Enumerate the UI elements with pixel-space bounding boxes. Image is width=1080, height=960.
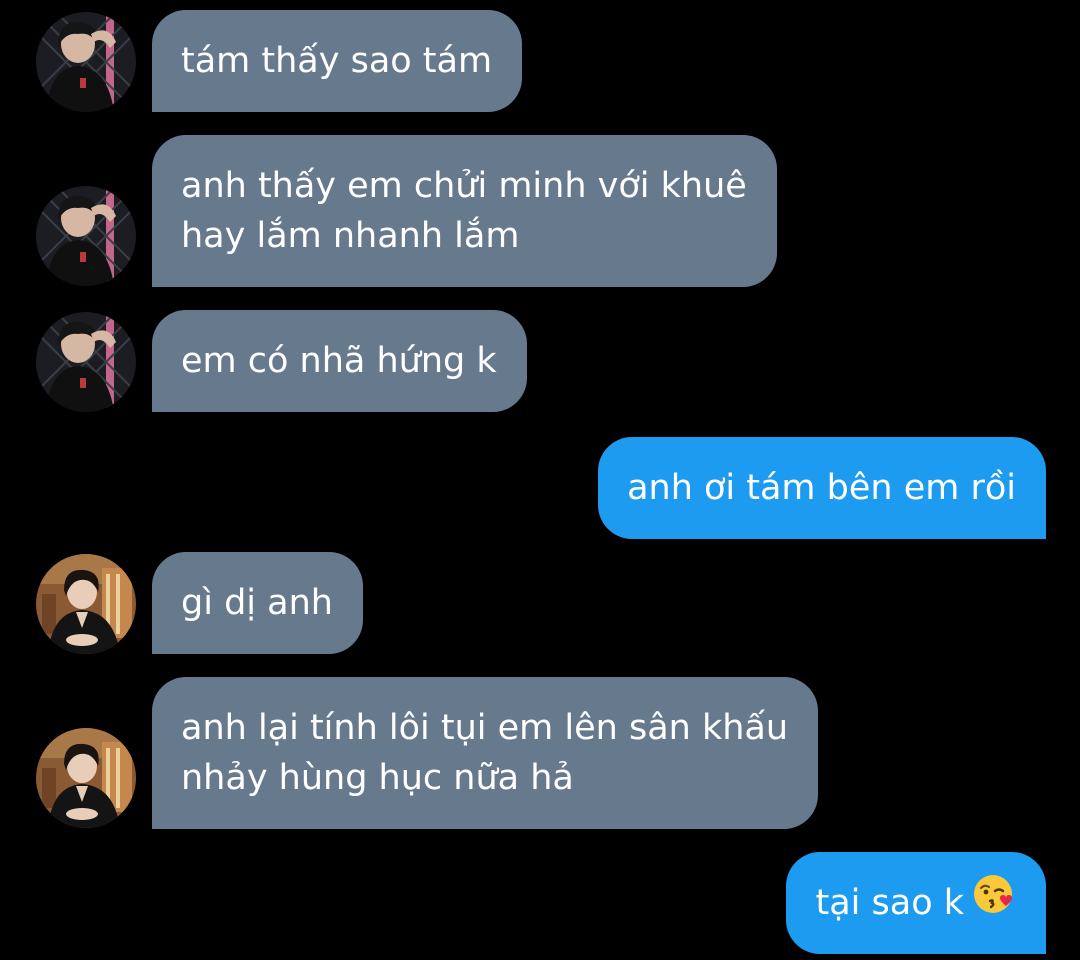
message-text-line: hay lắm nhanh lắm	[181, 216, 520, 256]
message-text-line: anh lại tính lôi tụi em lên sân khấu	[181, 708, 789, 748]
message-text-row: tại sao k	[815, 875, 1016, 930]
message-bubble-incoming[interactable]: gì dị anh	[152, 552, 363, 654]
sender-avatar[interactable]	[36, 728, 136, 828]
kissing-face-emoji-icon	[972, 872, 1016, 930]
message-bubble-incoming[interactable]: anh thấy em chửi minh với khuê hay lắm n…	[152, 135, 777, 287]
message-text: gì dị anh	[181, 583, 333, 623]
sender-avatar[interactable]	[36, 186, 136, 286]
sender-avatar[interactable]	[36, 12, 136, 112]
message-text: tại sao k	[815, 883, 964, 923]
sender-avatar[interactable]	[36, 312, 136, 412]
message-text: em có nhã hứng k	[181, 341, 497, 381]
chat-thread: tám thấy sao tám anh thấy em chửi minh v…	[0, 0, 1080, 960]
message-text: anh ơi tám bên em rồi	[627, 468, 1016, 508]
message-bubble-incoming[interactable]: em có nhã hứng k	[152, 310, 527, 412]
message-text: tám thấy sao tám	[181, 41, 493, 81]
message-bubble-incoming[interactable]: tám thấy sao tám	[152, 10, 523, 112]
message-bubble-incoming[interactable]: anh lại tính lôi tụi em lên sân khấu nhả…	[152, 677, 819, 829]
message-text-line: nhảy hùng hục nữa hả	[181, 758, 574, 798]
message-bubble-outgoing[interactable]: tại sao k	[786, 852, 1046, 954]
message-text-line: anh thấy em chửi minh với khuê	[181, 166, 747, 206]
sender-avatar[interactable]	[36, 554, 136, 654]
message-bubble-outgoing[interactable]: anh ơi tám bên em rồi	[598, 437, 1046, 539]
